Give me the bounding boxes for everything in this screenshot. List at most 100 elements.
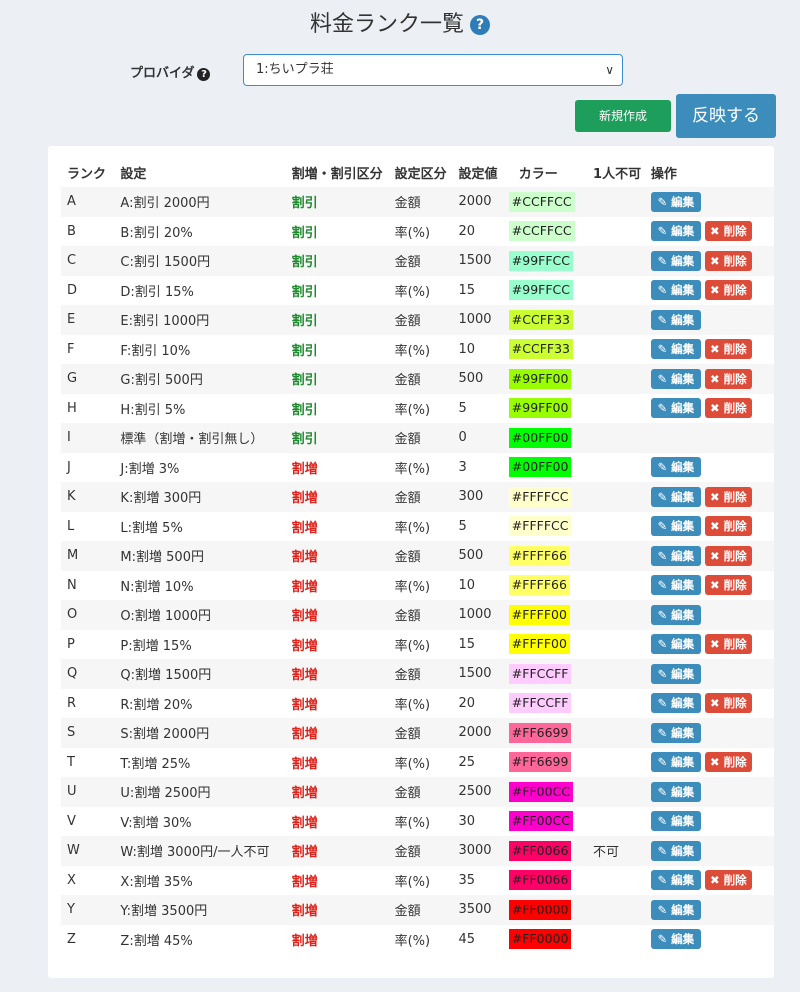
edit-button[interactable]: ✎ 編集: [650, 398, 701, 419]
cell-kind: 割引: [291, 196, 318, 212]
cell-type: 率(%): [394, 697, 431, 713]
delete-button[interactable]: ✖ 削除: [704, 516, 752, 537]
delete-button[interactable]: ✖ 削除: [704, 368, 752, 389]
delete-button[interactable]: ✖ 削除: [704, 545, 752, 566]
cell-color: #99FFCC: [508, 246, 593, 276]
cell-kind: 割増: [291, 815, 318, 831]
delete-button[interactable]: ✖ 削除: [704, 870, 752, 891]
delete-label: 削除: [723, 371, 747, 386]
edit-label: 編集: [671, 371, 695, 386]
table-row: D D:割引 15% 割引 率(%) 15 #99FFCC ✎ 編集 ✖ 削除: [61, 276, 774, 306]
edit-button[interactable]: ✎ 編集: [650, 663, 701, 684]
cell-rank: U: [67, 784, 77, 800]
table-row: X X:割増 35% 割増 率(%) 35 #FF0066 ✎ 編集 ✖ 削除: [61, 866, 774, 896]
delete-button[interactable]: ✖ 削除: [704, 250, 752, 271]
chevron-down-icon: ∨: [605, 63, 614, 77]
edit-button[interactable]: ✎ 編集: [650, 191, 701, 212]
edit-button[interactable]: ✎ 編集: [650, 221, 701, 242]
edit-button[interactable]: ✎ 編集: [650, 604, 701, 625]
edit-button[interactable]: ✎ 編集: [650, 752, 701, 773]
cell-setting: O:割増 1000円: [120, 609, 212, 625]
color-swatch: #FFCCFF: [508, 693, 572, 714]
table-row: H H:割引 5% 割引 率(%) 5 #99FF00 ✎ 編集 ✖ 削除: [61, 394, 774, 424]
delete-button[interactable]: ✖ 削除: [704, 339, 752, 360]
edit-button[interactable]: ✎ 編集: [650, 516, 701, 537]
cell-value: 15: [458, 636, 475, 652]
header-color: カラー: [518, 167, 558, 182]
edit-button[interactable]: ✎ 編集: [650, 899, 701, 920]
edit-button[interactable]: ✎ 編集: [650, 722, 701, 743]
color-swatch: #99FF00: [508, 368, 572, 389]
cell-single: [593, 659, 651, 689]
provider-help-icon[interactable]: ?: [197, 68, 211, 81]
cell-rank: I: [67, 430, 71, 446]
cell-actions: ✎ 編集 ✖ 削除: [650, 246, 774, 276]
cell-color: #CCFF33: [508, 335, 593, 365]
cell-setting: L:割増 5%: [120, 520, 183, 536]
header-actions: 操作: [650, 167, 677, 182]
table-row: F F:割引 10% 割引 率(%) 10 #CCFF33 ✎ 編集 ✖ 削除: [61, 335, 774, 365]
cell-setting: Q:割増 1500円: [120, 668, 212, 684]
delete-button[interactable]: ✖ 削除: [704, 693, 752, 714]
edit-button[interactable]: ✎ 編集: [650, 840, 701, 861]
table-row: P P:割増 15% 割増 率(%) 15 #FFFF00 ✎ 編集 ✖ 削除: [61, 630, 774, 660]
cell-single: [593, 895, 651, 925]
help-icon[interactable]: ?: [470, 15, 490, 35]
provider-select[interactable]: 1:ちいプラ荘 ∨: [243, 54, 623, 86]
cell-actions: ✎ 編集 ✖ 削除: [650, 512, 774, 542]
provider-select-value: 1:ちいプラ荘: [256, 62, 334, 77]
table-row: I 標準（割増・割引無し） 割引 金額 0 #00FF00: [61, 423, 774, 453]
cell-single: [593, 482, 651, 512]
cell-actions: ✎ 編集 ✖ 削除: [650, 217, 774, 247]
cell-actions: ✎ 編集: [650, 659, 774, 689]
delete-button[interactable]: ✖ 削除: [704, 575, 752, 596]
edit-label: 編集: [671, 666, 695, 681]
cell-kind: 割増: [291, 786, 318, 802]
cell-color: #99FF00: [508, 394, 593, 424]
cell-single: [593, 777, 651, 807]
delete-button[interactable]: ✖ 削除: [704, 221, 752, 242]
edit-button[interactable]: ✎ 編集: [650, 575, 701, 596]
edit-button[interactable]: ✎ 編集: [650, 486, 701, 507]
apply-button[interactable]: 反映する: [676, 94, 776, 138]
cell-rank: Q: [67, 666, 78, 682]
cell-value: 1000: [458, 312, 492, 328]
table-row: K K:割増 300円 割増 金額 300 #FFFFCC ✎ 編集 ✖ 削除: [61, 482, 774, 512]
cell-color: #00FF00: [508, 423, 593, 453]
cell-setting: H:割引 5%: [120, 402, 186, 418]
edit-button[interactable]: ✎ 編集: [650, 693, 701, 714]
edit-label: 編集: [671, 696, 695, 711]
edit-button[interactable]: ✎ 編集: [650, 250, 701, 271]
delete-button[interactable]: ✖ 削除: [704, 398, 752, 419]
edit-button[interactable]: ✎ 編集: [650, 339, 701, 360]
cell-single: [593, 335, 651, 365]
color-swatch: #CCFF33: [508, 309, 573, 330]
delete-label: 削除: [723, 696, 747, 711]
edit-button[interactable]: ✎ 編集: [650, 811, 701, 832]
table-row: L L:割増 5% 割増 率(%) 5 #FFFFCC ✎ 編集 ✖ 削除: [61, 512, 774, 542]
edit-button[interactable]: ✎ 編集: [650, 870, 701, 891]
color-swatch: #FF6699: [508, 722, 572, 743]
new-button[interactable]: 新規作成: [575, 100, 671, 132]
edit-button[interactable]: ✎ 編集: [650, 929, 701, 950]
delete-button[interactable]: ✖ 削除: [704, 280, 752, 301]
cell-value: 10: [458, 577, 475, 593]
delete-button[interactable]: ✖ 削除: [704, 752, 752, 773]
cell-type: 金額: [394, 550, 421, 566]
edit-button[interactable]: ✎ 編集: [650, 634, 701, 655]
delete-button[interactable]: ✖ 削除: [704, 486, 752, 507]
edit-button[interactable]: ✎ 編集: [650, 280, 701, 301]
cell-single: [593, 512, 651, 542]
cell-rank: V: [67, 813, 76, 829]
cell-single: [593, 364, 651, 394]
edit-button[interactable]: ✎ 編集: [650, 545, 701, 566]
edit-button[interactable]: ✎ 編集: [650, 309, 701, 330]
edit-button[interactable]: ✎ 編集: [650, 457, 701, 478]
color-swatch: #FF0000: [508, 929, 572, 950]
delete-label: 削除: [723, 489, 747, 504]
delete-label: 削除: [723, 519, 747, 534]
delete-button[interactable]: ✖ 削除: [704, 634, 752, 655]
edit-button[interactable]: ✎ 編集: [650, 368, 701, 389]
edit-button[interactable]: ✎ 編集: [650, 781, 701, 802]
color-swatch: #00FF00: [508, 457, 572, 478]
